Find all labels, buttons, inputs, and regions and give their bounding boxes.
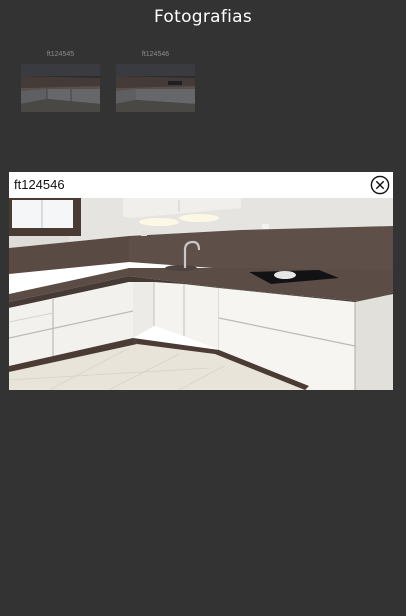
- gallery-thumbnail[interactable]: ft124545: [21, 50, 100, 112]
- close-circle-icon[interactable]: [370, 175, 390, 195]
- photo-viewer-header: ft124546: [9, 172, 393, 198]
- gallery-thumbnail[interactable]: ft124546: [116, 50, 195, 112]
- thumbnail-label: ft124545: [46, 51, 75, 58]
- thumbnail-image[interactable]: [21, 64, 100, 112]
- page-title: Fotografias: [153, 7, 253, 27]
- close-button[interactable]: [370, 175, 390, 195]
- photo-viewer-modal: ft124546: [9, 172, 393, 390]
- thumbnail-label: ft124546: [141, 51, 170, 58]
- thumbnail-image[interactable]: [116, 64, 195, 112]
- photo-title: ft124546: [14, 177, 65, 192]
- kitchen-photo: [9, 198, 393, 390]
